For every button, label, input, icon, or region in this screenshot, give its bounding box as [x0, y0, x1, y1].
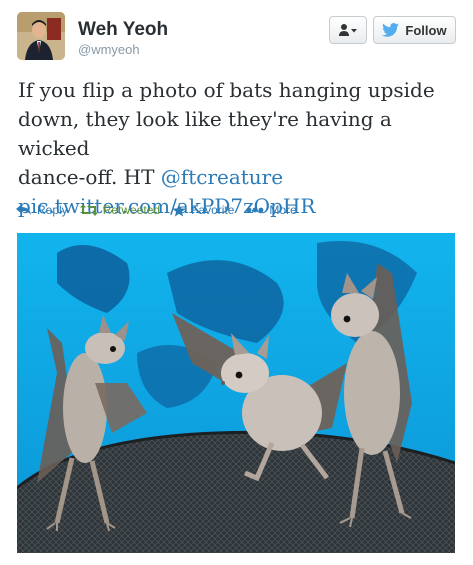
- user-actions-button[interactable]: [329, 16, 367, 44]
- avatar-image: [17, 12, 65, 60]
- reply-icon: [16, 204, 31, 215]
- user-dropdown-icon: [339, 24, 357, 36]
- reply-label: Reply: [37, 203, 68, 217]
- retweet-action[interactable]: Retweeted: [79, 203, 161, 217]
- tweet-text-line-2: down, they look like they're having a wi…: [18, 107, 392, 160]
- more-dots-icon: [247, 207, 264, 213]
- tweet-card: Weh Yeoh @wmyeoh Follow If you flip a ph…: [0, 0, 473, 565]
- tweet-text-line-3-prefix: dance-off. HT: [18, 165, 161, 189]
- user-handle[interactable]: @wmyeoh: [78, 42, 140, 57]
- bats-photo-illustration: [17, 233, 455, 553]
- tweet-actions: Reply Retweeted Favorite More: [16, 203, 309, 217]
- avatar[interactable]: [17, 12, 65, 60]
- more-action[interactable]: More: [246, 203, 297, 217]
- tweet-photo[interactable]: [17, 233, 455, 553]
- user-name[interactable]: Weh Yeoh: [78, 19, 168, 41]
- follow-button[interactable]: Follow: [373, 16, 456, 44]
- tweet-text: If you flip a photo of bats hanging upsi…: [18, 76, 458, 221]
- follow-label: Follow: [405, 22, 447, 38]
- tweet-text-line-1: If you flip a photo of bats hanging upsi…: [18, 78, 435, 102]
- star-icon: [172, 203, 186, 216]
- tweet-text-line-3: dance-off. HT @ftcreature: [18, 163, 458, 192]
- retweeted-label: Retweeted: [102, 203, 161, 217]
- favorite-action[interactable]: Favorite: [172, 203, 234, 217]
- retweet-icon: [79, 204, 98, 216]
- mention-link[interactable]: @ftcreature: [161, 165, 283, 189]
- reply-action[interactable]: Reply: [16, 203, 68, 217]
- twitter-bird-icon: [382, 23, 400, 37]
- more-label: More: [269, 203, 297, 217]
- favorite-label: Favorite: [191, 203, 235, 217]
